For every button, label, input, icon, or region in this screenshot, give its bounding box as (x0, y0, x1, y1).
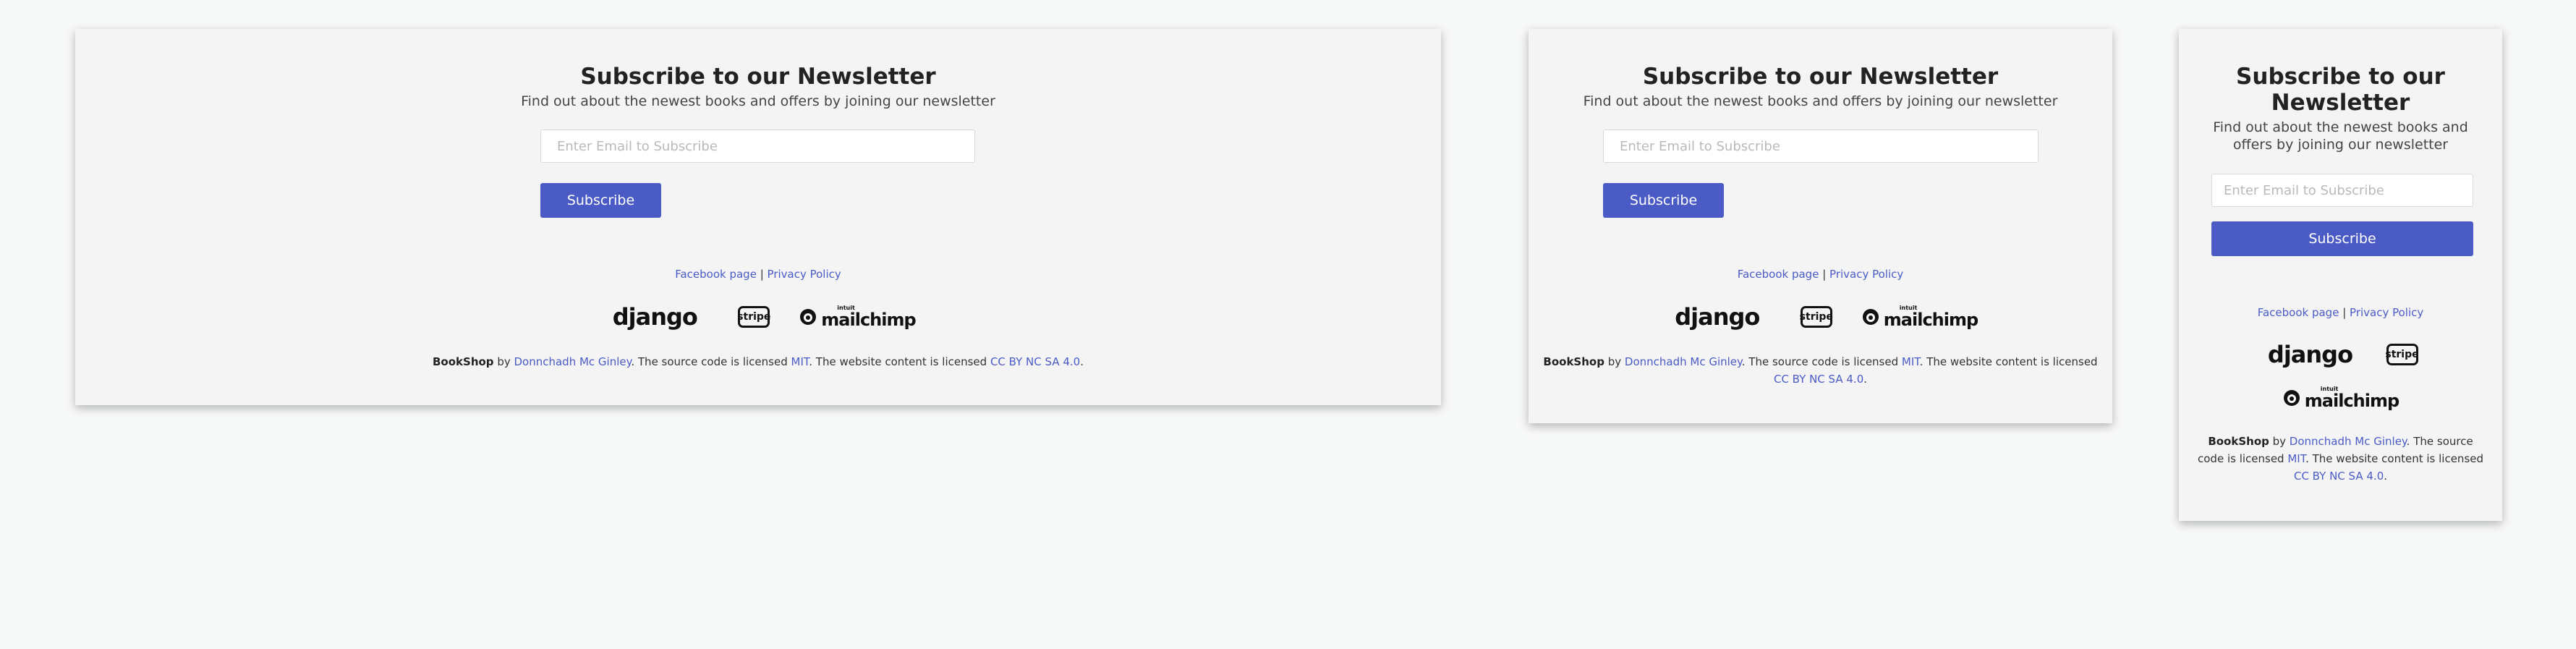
privacy-policy-link[interactable]: Privacy Policy (1829, 268, 1903, 281)
credit-end: . (1080, 355, 1084, 368)
stripe-logo[interactable]: stripe (1800, 306, 1833, 328)
credit-content-text: . The website content is licensed (1919, 355, 2098, 368)
credit-source-text: . The source code is licensed (631, 355, 791, 368)
brand-name: BookShop (1543, 355, 1604, 368)
partner-logos: django stripe (2179, 340, 2502, 369)
footer-links: Facebook page | Privacy Policy (1529, 268, 2112, 281)
cc-license-link[interactable]: CC BY NC SA 4.0 (2294, 470, 2384, 483)
mailchimp-text: mailchimp (2304, 391, 2399, 411)
partner-logos: django stripe intuit mailchimp (75, 302, 1441, 331)
credit-line: BookShop by Donnchadh Mc Ginley. The sou… (2198, 433, 2483, 485)
mailchimp-monkey-icon (800, 309, 817, 325)
newsletter-subtitle: Find out about the newest books and offe… (2213, 119, 2468, 153)
subscribe-button[interactable]: Subscribe (540, 183, 661, 218)
link-separator: | (1819, 268, 1830, 281)
facebook-link[interactable]: Facebook page (1738, 268, 1819, 281)
privacy-policy-link[interactable]: Privacy Policy (768, 268, 841, 281)
viewport-tablet: Subscribe to our Newsletter Find out abo… (1529, 29, 2112, 423)
author-link[interactable]: Donnchadh Mc Ginley (1625, 355, 1742, 368)
subscribe-button[interactable]: Subscribe (2211, 221, 2473, 256)
newsletter-section: Subscribe to our Newsletter Find out abo… (2201, 64, 2481, 153)
subscribe-button[interactable]: Subscribe (1603, 183, 1724, 218)
viewport-desktop: Subscribe to our Newsletter Find out abo… (75, 29, 1441, 405)
credit-by: by (1604, 355, 1625, 368)
footer-links: Facebook page | Privacy Policy (2179, 306, 2502, 319)
author-link[interactable]: Donnchadh Mc Ginley (514, 355, 631, 368)
credit-source-text: . The source code is licensed (1741, 355, 1902, 368)
newsletter-title: Subscribe to our Newsletter (2236, 64, 2445, 116)
cc-license-link[interactable]: CC BY NC SA 4.0 (1774, 373, 1863, 386)
mailchimp-monkey-icon (1862, 309, 1879, 325)
newsletter-section: Subscribe to our Newsletter Find out abo… (75, 64, 1441, 110)
credit-end: . (2384, 470, 2388, 483)
django-logo[interactable]: django (600, 303, 709, 331)
email-field[interactable] (2211, 174, 2473, 207)
viewport-mobile: Subscribe to our Newsletter Find out abo… (2179, 29, 2502, 521)
brand-name: BookShop (433, 355, 494, 368)
stripe-logo[interactable]: stripe (737, 306, 770, 328)
link-separator: | (2339, 306, 2350, 319)
mailchimp-logo[interactable]: intuit mailchimp (2282, 386, 2399, 410)
facebook-link[interactable]: Facebook page (675, 268, 757, 281)
author-link[interactable]: Donnchadh Mc Ginley (2290, 435, 2407, 448)
stripe-logo[interactable]: stripe (2385, 344, 2419, 365)
footer-links: Facebook page | Privacy Policy (75, 268, 1441, 281)
newsletter-subtitle: Find out about the newest books and offe… (1583, 93, 2058, 109)
partner-logos-row-2: intuit mailchimp (2179, 383, 2502, 412)
newsletter-title: Subscribe to our Newsletter (1642, 64, 1999, 90)
django-logo[interactable]: django (2263, 341, 2358, 368)
facebook-link[interactable]: Facebook page (2258, 306, 2339, 319)
mailchimp-text: mailchimp (1883, 310, 1978, 330)
mailchimp-monkey-icon (2283, 390, 2300, 406)
django-logo[interactable]: django (1663, 303, 1772, 331)
email-field[interactable] (1603, 130, 2039, 163)
mit-license-link[interactable]: MIT (1902, 355, 1920, 368)
credit-end: . (1863, 373, 1868, 386)
email-field[interactable] (540, 130, 975, 163)
credit-line: BookShop by Donnchadh Mc Ginley. The sou… (75, 353, 1441, 370)
mit-license-link[interactable]: MIT (2287, 452, 2305, 465)
newsletter-section: Subscribe to our Newsletter Find out abo… (1529, 64, 2112, 110)
privacy-policy-link[interactable]: Privacy Policy (2350, 306, 2423, 319)
credit-content-text: . The website content is licensed (2305, 452, 2484, 465)
credit-by: by (2269, 435, 2290, 448)
newsletter-subtitle: Find out about the newest books and offe… (521, 93, 995, 109)
brand-name: BookShop (2208, 435, 2269, 448)
credit-content-text: . The website content is licensed (809, 355, 990, 368)
newsletter-title: Subscribe to our Newsletter (580, 64, 936, 90)
partner-logos: django stripe intuit mailchimp (1529, 302, 2112, 331)
cc-license-link[interactable]: CC BY NC SA 4.0 (990, 355, 1080, 368)
link-separator: | (756, 268, 768, 281)
mit-license-link[interactable]: MIT (791, 355, 809, 368)
credit-by: by (493, 355, 514, 368)
mailchimp-logo[interactable]: intuit mailchimp (799, 305, 917, 330)
credit-line: BookShop by Donnchadh Mc Ginley. The sou… (1543, 353, 2098, 388)
mailchimp-logo[interactable]: intuit mailchimp (1861, 305, 1978, 328)
mailchimp-text: mailchimp (821, 310, 916, 330)
